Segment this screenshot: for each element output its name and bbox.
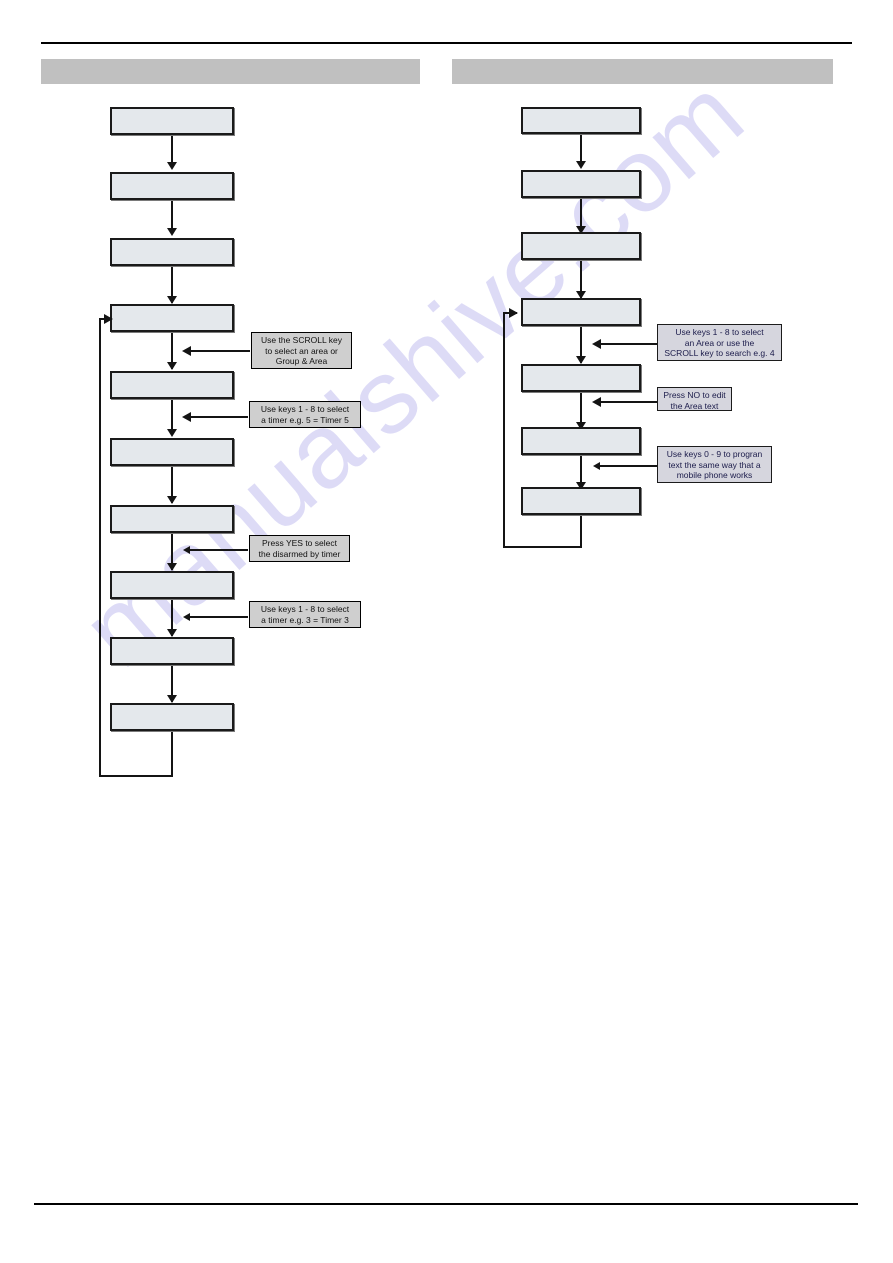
right-flow-box-2[interactable] (521, 170, 641, 198)
right-callout-3-line-2: text the same way that a (668, 459, 761, 470)
document-page: manualshive.com Use the SCROLL key to se… (0, 0, 893, 1263)
left-callout-1-arrowhead (182, 346, 191, 356)
right-callout-1: Use keys 1 - 8 to select an Area or use … (657, 324, 782, 361)
right-flow-box-5[interactable] (521, 364, 641, 392)
left-flow-box-1[interactable] (110, 107, 234, 135)
left-callout-3-leader (190, 549, 248, 551)
left-arrowhead-9 (167, 695, 177, 703)
right-loop-bottom (503, 546, 582, 548)
left-flow-box-9[interactable] (110, 637, 234, 665)
left-callout-4-leader (190, 616, 248, 618)
right-arrowhead-4 (576, 356, 586, 364)
right-callout-3: Use keys 0 - 9 to progran text the same … (657, 446, 772, 483)
left-loop-left (99, 318, 101, 777)
left-callout-1-line-3: Group & Area (275, 356, 328, 366)
left-callout-3-arrowhead (183, 546, 190, 554)
right-callout-3-leader (600, 465, 658, 467)
right-callout-1-line-3: SCROLL key to search e.g. 4 (664, 348, 775, 358)
right-callout-1-arrowhead (592, 339, 601, 349)
left-callout-4-line-1: Use keys 1 - 8 to select (260, 604, 350, 614)
right-flow-box-1[interactable] (521, 107, 641, 134)
right-arrowhead-1 (576, 161, 586, 169)
left-arrowhead-8 (167, 629, 177, 637)
top-rule (41, 42, 852, 44)
left-arrowhead-1 (167, 162, 177, 170)
left-arrowhead-3 (167, 296, 177, 304)
left-callout-4-line-2: a timer e.g. 3 = Timer 3 (261, 614, 349, 625)
section-header-band-left (41, 59, 420, 84)
right-callout-2-arrowhead (592, 397, 601, 407)
left-callout-2-arrowhead (182, 412, 191, 422)
left-callout-3: Press YES to select the disarmed by time… (249, 535, 350, 562)
left-callout-1-line-2: to select an area or (265, 345, 338, 356)
right-callout-1-line-2: an Area or use the (684, 337, 755, 348)
left-arrowhead-2 (167, 228, 177, 236)
left-callout-2-line-1: Use keys 1 - 8 to select (260, 404, 350, 414)
left-flow-box-3[interactable] (110, 238, 234, 266)
left-flow-box-4[interactable] (110, 304, 234, 332)
bottom-rule (34, 1203, 858, 1205)
left-flow-box-7[interactable] (110, 505, 234, 533)
right-flow-box-7[interactable] (521, 487, 641, 515)
left-callout-2-line-2: a timer e.g. 5 = Timer 5 (261, 414, 349, 425)
right-loop-left (503, 312, 505, 548)
left-arrowhead-7 (167, 563, 177, 571)
right-callout-3-line-1: Use keys 0 - 9 to progran (666, 449, 763, 459)
left-callout-1-leader (190, 350, 250, 352)
left-callout-1: Use the SCROLL key to select an area or … (251, 332, 352, 369)
right-callout-2-leader (600, 401, 658, 403)
left-callout-4-arrowhead (183, 613, 190, 621)
right-callout-2-line-1: Press NO to edit (663, 390, 726, 400)
right-callout-2: Press NO to edit the Area text (657, 387, 732, 411)
left-flow-box-10[interactable] (110, 703, 234, 731)
left-flow-box-5[interactable] (110, 371, 234, 399)
right-flow-box-4[interactable] (521, 298, 641, 326)
section-header-band-right (452, 59, 833, 84)
left-flow-box-6[interactable] (110, 438, 234, 466)
left-callout-3-line-1: Press YES to select (262, 538, 337, 548)
left-flow-box-2[interactable] (110, 172, 234, 200)
left-callout-2: Use keys 1 - 8 to select a timer e.g. 5 … (249, 401, 361, 428)
right-loop-down (580, 515, 582, 548)
left-flow-box-8[interactable] (110, 571, 234, 599)
right-callout-1-line-1: Use keys 1 - 8 to select (675, 327, 764, 337)
right-flow-box-6[interactable] (521, 427, 641, 455)
right-callout-3-line-3: mobile phone works (676, 470, 753, 480)
right-loop-arrowhead (509, 308, 518, 318)
left-arrowhead-6 (167, 496, 177, 504)
right-callout-3-arrowhead (593, 462, 600, 470)
right-flow-box-3[interactable] (521, 232, 641, 260)
left-arrowhead-5 (167, 429, 177, 437)
left-callout-2-leader (190, 416, 248, 418)
left-callout-3-line-2: the disarmed by timer (258, 548, 341, 559)
left-loop-arrowhead (104, 314, 113, 324)
left-callout-4: Use keys 1 - 8 to select a timer e.g. 3 … (249, 601, 361, 628)
right-callout-2-line-2: the Area text (670, 400, 719, 411)
left-callout-1-line-1: Use the SCROLL key (261, 335, 342, 345)
left-loop-down (171, 731, 173, 777)
left-loop-bottom (99, 775, 173, 777)
left-arrowhead-4 (167, 362, 177, 370)
right-callout-1-leader (600, 343, 658, 345)
